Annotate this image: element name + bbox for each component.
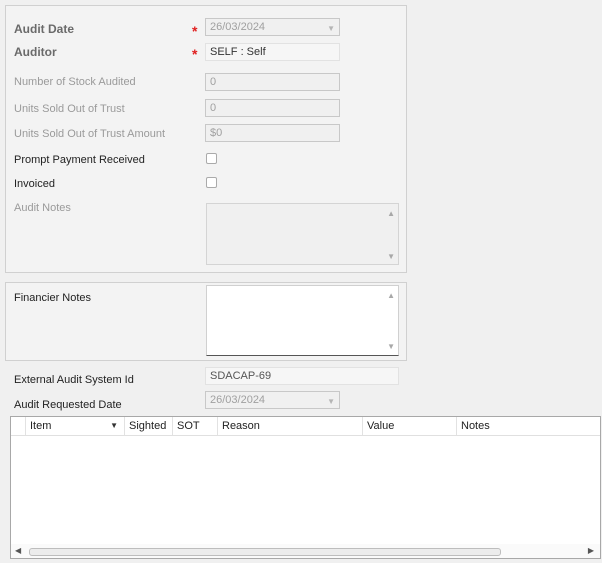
- audit-items-grid[interactable]: Item ▼ Sighted SOT Reason Value Notes ◀ …: [10, 416, 601, 559]
- units-sold-field[interactable]: 0: [205, 99, 340, 117]
- chevron-down-icon[interactable]: ▼: [110, 421, 118, 430]
- units-sold-amount-field[interactable]: $0: [205, 124, 340, 142]
- column-header-reason[interactable]: Reason: [218, 417, 363, 435]
- external-system-id-value: SDACAP-69: [210, 370, 272, 382]
- audit-notes-label: Audit Notes: [14, 202, 71, 214]
- required-indicator: *: [192, 46, 198, 62]
- column-header-notes[interactable]: Notes: [457, 417, 600, 435]
- units-sold-label: Units Sold Out of Trust: [14, 103, 125, 115]
- chevron-down-icon[interactable]: ▼: [327, 395, 335, 408]
- requested-date-label: Audit Requested Date: [14, 399, 122, 411]
- horizontal-scrollbar[interactable]: ◀ ▶: [11, 544, 600, 558]
- scroll-left-icon[interactable]: ◀: [15, 546, 21, 555]
- audit-date-label: Audit Date: [14, 22, 74, 36]
- invoiced-label: Invoiced: [14, 178, 55, 190]
- grid-header: Item ▼ Sighted SOT Reason Value Notes: [11, 417, 600, 436]
- chevron-down-icon[interactable]: ▼: [327, 22, 335, 35]
- requested-date-combo[interactable]: 26/03/2024 ▼: [205, 391, 340, 409]
- auditor-value: SELF : Self: [210, 46, 266, 58]
- requested-date-value: 26/03/2024: [210, 394, 266, 406]
- invoiced-checkbox[interactable]: [206, 177, 217, 188]
- column-header-value[interactable]: Value: [363, 417, 457, 435]
- column-header-sighted[interactable]: Sighted: [125, 417, 173, 435]
- auditor-label: Auditor: [14, 45, 57, 59]
- scroll-up-icon[interactable]: ▲: [387, 291, 395, 300]
- audit-notes-textarea[interactable]: ▲ ▼: [206, 203, 399, 265]
- stock-audited-value: 0: [210, 76, 217, 88]
- scroll-up-icon[interactable]: ▲: [387, 209, 395, 218]
- stock-audited-label: Number of Stock Audited: [14, 76, 136, 88]
- scrollbar-thumb[interactable]: [29, 548, 501, 556]
- external-system-id-field[interactable]: SDACAP-69: [205, 367, 399, 385]
- audit-date-value: 26/03/2024: [210, 21, 266, 33]
- audit-date-combo[interactable]: 26/03/2024 ▼: [205, 18, 340, 36]
- scroll-down-icon[interactable]: ▼: [387, 342, 395, 351]
- stock-audited-field[interactable]: 0: [205, 73, 340, 91]
- scroll-down-icon[interactable]: ▼: [387, 252, 395, 261]
- financier-notes-label: Financier Notes: [14, 292, 92, 304]
- column-header-item[interactable]: Item ▼: [26, 417, 125, 435]
- units-sold-value: 0: [210, 102, 217, 114]
- external-system-id-label: External Audit System Id: [14, 374, 134, 386]
- units-sold-amount-label: Units Sold Out of Trust Amount: [14, 128, 166, 140]
- prompt-payment-checkbox[interactable]: [206, 153, 217, 164]
- auditor-field[interactable]: SELF : Self: [205, 43, 340, 61]
- column-header-indicator: [11, 417, 26, 435]
- scroll-right-icon[interactable]: ▶: [588, 546, 594, 555]
- prompt-payment-label: Prompt Payment Received: [14, 154, 145, 166]
- column-header-sot[interactable]: SOT: [173, 417, 218, 435]
- financier-notes-textarea[interactable]: ▲ ▼: [206, 285, 399, 356]
- required-indicator: *: [192, 23, 198, 39]
- units-sold-amount-value: $0: [210, 127, 223, 139]
